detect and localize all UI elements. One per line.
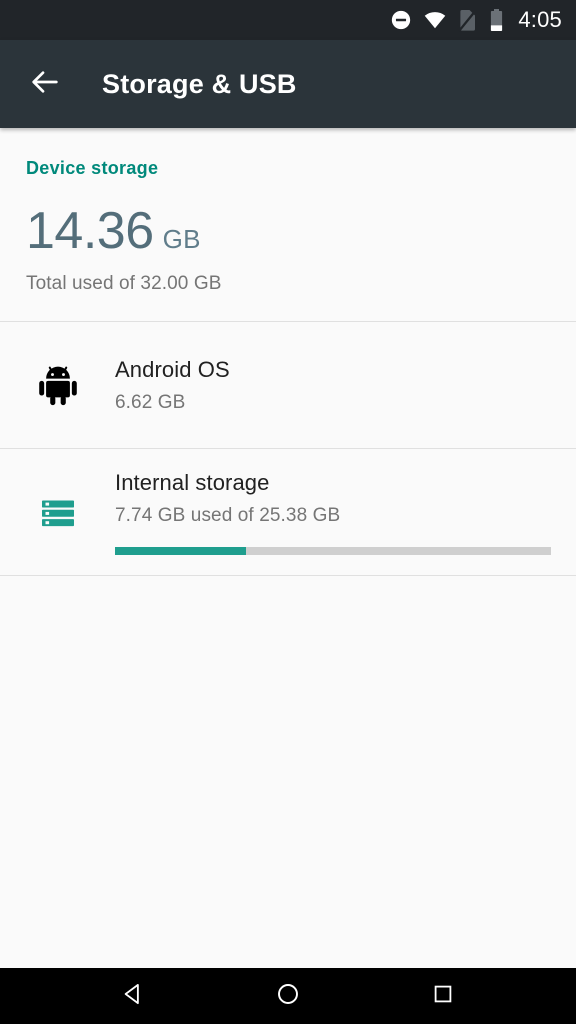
storage-item-text: Android OS 6.62 GB bbox=[115, 322, 576, 448]
do-not-disturb-icon bbox=[390, 9, 412, 31]
total-used-unit: GB bbox=[162, 224, 201, 254]
storage-content: Device storage 14.36 GB Total used of 32… bbox=[0, 128, 576, 968]
storage-item-internal-storage[interactable]: Internal storage 7.74 GB used of 25.38 G… bbox=[0, 449, 576, 575]
divider bbox=[0, 575, 576, 576]
total-used-amount: 14.36 GB bbox=[26, 205, 550, 257]
total-used-value: 14.36 bbox=[26, 202, 154, 260]
device-storage-summary: Device storage 14.36 GB Total used of 32… bbox=[0, 128, 576, 321]
device-storage-header: Device storage bbox=[26, 158, 159, 178]
status-bar: 4:05 bbox=[0, 0, 576, 40]
storage-item-android-os[interactable]: Android OS 6.62 GB bbox=[0, 322, 576, 448]
system-navigation-bar bbox=[0, 968, 576, 1024]
storage-item-text: Internal storage 7.74 GB used of 25.38 G… bbox=[115, 449, 576, 575]
storage-usage-progress-fill bbox=[115, 546, 246, 555]
nav-recents-button[interactable] bbox=[408, 968, 478, 1024]
storage-item-title: Android OS bbox=[115, 356, 230, 382]
page-title: Storage & USB bbox=[102, 68, 297, 99]
battery-icon bbox=[489, 8, 504, 32]
storage-item-subtitle: 7.74 GB used of 25.38 GB bbox=[115, 504, 341, 526]
app-toolbar: Storage & USB bbox=[0, 40, 576, 128]
back-button[interactable] bbox=[16, 55, 74, 113]
status-bar-clock: 4:05 bbox=[518, 7, 562, 32]
android-screen: 4:05 Storage & USB Device storage 14.36 … bbox=[0, 0, 576, 1024]
nav-home-button[interactable] bbox=[253, 968, 323, 1024]
storage-item-title: Internal storage bbox=[115, 469, 270, 495]
wifi-icon bbox=[423, 9, 447, 31]
circle-home-icon bbox=[275, 981, 301, 1012]
total-used-caption: Total used of 32.00 GB bbox=[26, 273, 222, 294]
triangle-back-icon bbox=[120, 981, 146, 1012]
storage-item-subtitle: 6.62 GB bbox=[115, 391, 186, 413]
arrow-back-icon bbox=[28, 65, 62, 104]
internal-storage-icon bbox=[0, 449, 115, 575]
square-recents-icon bbox=[431, 982, 455, 1011]
storage-usage-progress-bar bbox=[115, 546, 551, 555]
android-robot-icon bbox=[0, 322, 115, 448]
nav-back-button[interactable] bbox=[98, 968, 168, 1024]
no-sim-icon bbox=[458, 8, 478, 32]
